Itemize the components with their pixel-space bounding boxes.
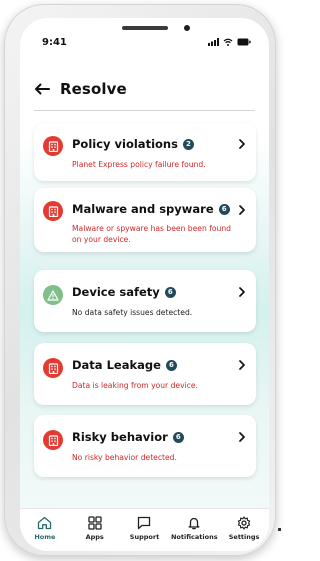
card-description: No risky behavior detected.	[72, 453, 177, 462]
status-icons	[208, 38, 251, 46]
screen: 9:41 Resolve Policy violations 2 Planet …	[20, 18, 269, 551]
card-title-text: Malware and spyware	[72, 202, 214, 216]
signal-icon	[208, 38, 219, 46]
tab-apps[interactable]: Apps	[72, 516, 117, 541]
card-title: Malware and spyware 6	[72, 202, 230, 216]
battery-icon	[237, 38, 251, 46]
edge-mark	[278, 528, 281, 531]
tab-label: Settings	[228, 533, 260, 541]
card-device-safety[interactable]: Device safety 6 No data safety issues de…	[34, 270, 256, 332]
card-title-text: Device safety	[72, 285, 160, 299]
tab-settings[interactable]: Settings	[222, 516, 267, 541]
card-description: Planet Express policy failure found.	[72, 160, 206, 169]
bell-icon	[188, 517, 200, 530]
bottom-tab-bar: Home Apps Support Notifications Settings	[20, 508, 269, 551]
tab-notifications[interactable]: Notifications	[170, 516, 218, 541]
back-arrow-icon[interactable]	[34, 83, 50, 95]
phone-frame: 9:41 Resolve Policy violations 2 Planet …	[4, 4, 276, 556]
card-malware-spyware[interactable]: Malware and spyware 6 Malware or spyware…	[34, 188, 256, 252]
card-data-leakage[interactable]: Data Leakage 6 Data is leaking from your…	[34, 343, 256, 405]
building-alert-icon	[43, 136, 63, 156]
card-description: Malware or spyware has been been found o…	[72, 224, 231, 244]
card-policy-violations[interactable]: Policy violations 2 Planet Express polic…	[34, 123, 256, 181]
card-title: Risky behavior 6	[72, 430, 184, 444]
chevron-right-icon	[239, 287, 245, 297]
count-badge: 6	[164, 286, 176, 298]
building-alert-icon	[43, 430, 63, 450]
chevron-right-icon	[239, 139, 245, 149]
chat-icon	[138, 516, 151, 530]
status-time: 9:41	[42, 37, 67, 48]
tab-label: Support	[129, 533, 160, 541]
count-badge: 2	[182, 138, 194, 150]
warning-triangle-icon	[43, 285, 63, 305]
wifi-icon	[223, 38, 233, 46]
chevron-right-icon	[239, 432, 245, 442]
tab-label: Home	[34, 533, 56, 541]
card-title-text: Policy violations	[72, 137, 178, 151]
count-badge: 6	[218, 203, 230, 215]
tab-label: Notifications	[170, 533, 218, 541]
card-description: Data is leaking from your device.	[72, 381, 198, 390]
card-title: Device safety 6	[72, 285, 176, 299]
card-title-text: Data Leakage	[72, 358, 161, 372]
card-title-text: Risky behavior	[72, 430, 168, 444]
header-divider	[34, 110, 255, 111]
building-alert-icon	[43, 201, 63, 221]
tab-label: Apps	[85, 533, 104, 541]
count-badge: 6	[172, 431, 184, 443]
count-badge: 6	[165, 359, 177, 371]
grid-icon	[88, 516, 102, 530]
page-header: Resolve	[34, 80, 127, 98]
card-description: No data safety issues detected.	[72, 308, 193, 317]
chevron-right-icon	[239, 205, 245, 215]
tab-home[interactable]: Home	[22, 516, 67, 541]
card-title: Data Leakage 6	[72, 358, 177, 372]
building-alert-icon	[43, 358, 63, 378]
gear-icon	[237, 516, 251, 530]
tab-support[interactable]: Support	[122, 516, 167, 541]
card-title: Policy violations 2	[72, 137, 194, 151]
chevron-right-icon	[239, 360, 245, 370]
home-icon	[38, 516, 52, 530]
camera-dot	[184, 25, 190, 31]
page-title: Resolve	[60, 80, 127, 98]
speaker-notch	[122, 26, 168, 30]
card-risky-behavior[interactable]: Risky behavior 6 No risky behavior detec…	[34, 415, 256, 477]
